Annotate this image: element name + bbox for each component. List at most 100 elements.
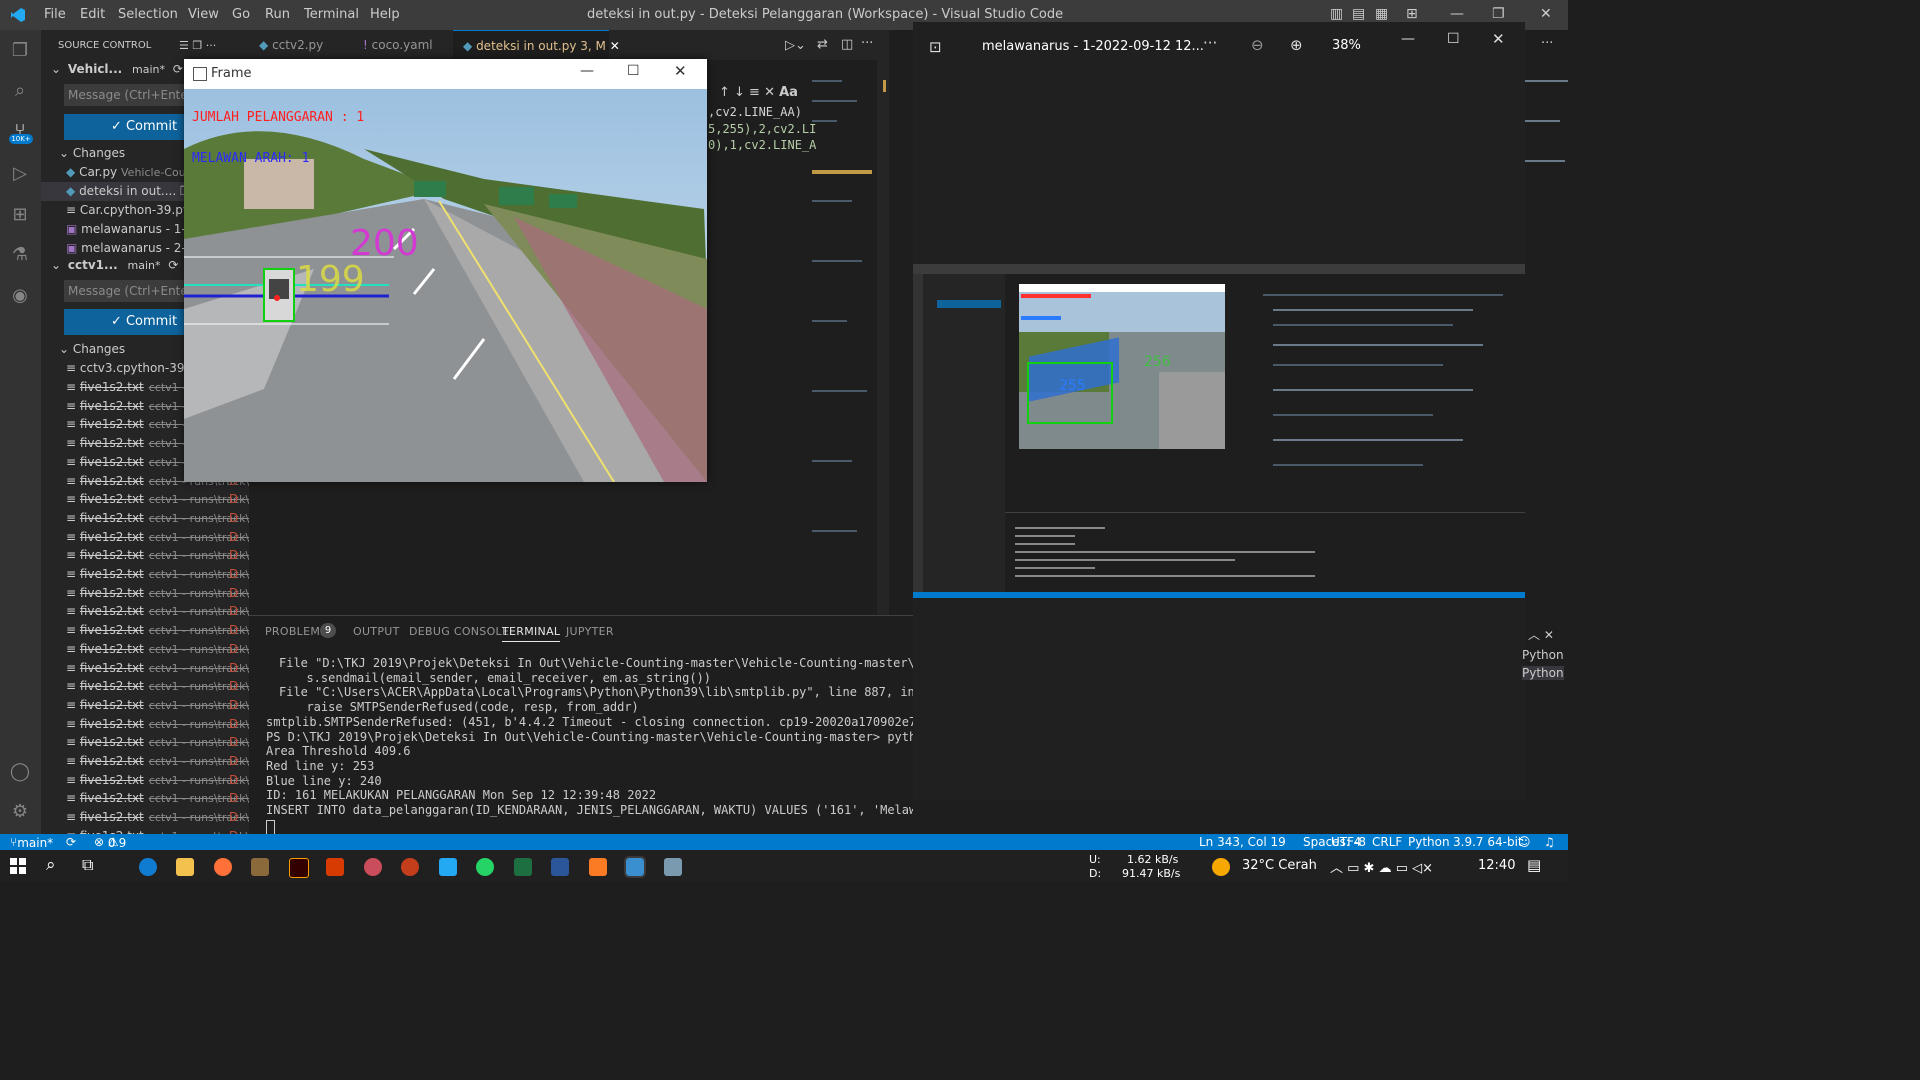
tab-output[interactable]: OUTPUT <box>353 625 400 638</box>
excel-icon[interactable] <box>514 858 532 876</box>
zoom-out-icon[interactable]: ⊖ <box>1251 36 1264 54</box>
weather-sun-icon[interactable] <box>1212 858 1230 876</box>
firefox-icon[interactable] <box>214 858 232 876</box>
powerpoint-icon[interactable] <box>401 858 419 876</box>
search-icon[interactable]: ⌕ <box>9 80 31 102</box>
testing-icon[interactable]: ⚗ <box>9 244 31 266</box>
list-item[interactable]: ≡ five1s2.txtcctv1 - runs\track\...D <box>41 602 249 621</box>
python-interpreter[interactable]: 3.9.7 64-bit <box>1453 835 1523 849</box>
menu-run[interactable]: Run <box>265 7 290 22</box>
minimap[interactable] <box>807 60 877 575</box>
frame-title-bar[interactable]: Frame — ☐ ✕ <box>184 59 707 89</box>
list-item[interactable]: ≡ five1s2.txtcctv1 - runs\track\...D <box>41 659 249 678</box>
menu-terminal[interactable]: Terminal <box>304 7 359 22</box>
close-tab-icon[interactable]: ✕ <box>610 39 620 53</box>
run-debug-icon[interactable]: ▷ <box>9 163 31 185</box>
split-editor-icon[interactable]: ◫ <box>841 37 853 52</box>
zoom-in-icon[interactable]: ⊕ <box>1290 36 1303 54</box>
frame-minimize-icon[interactable]: — <box>580 63 594 79</box>
branch-status[interactable]: ⑂ main* <box>10 835 53 850</box>
list-item[interactable]: ≡ five1s2.txtcctv1 - runs\track\...D <box>41 827 249 834</box>
list-item[interactable]: ≡ five1s2.txtcctv1 - runs\track\...D <box>41 752 249 771</box>
photo-viewer-window[interactable]: ⊡ melawanarus - 1-2022-09-12 12... ··· ⊖… <box>913 22 1525 800</box>
terminal-output[interactable]: File "D:\TKJ 2019\Projek\Deteksi In Out\… <box>249 656 913 836</box>
tab-problems[interactable]: PROBLEMS <box>265 625 327 638</box>
edge-icon[interactable] <box>139 858 157 876</box>
sync-status-icon[interactable]: ⟳ <box>66 835 76 849</box>
list-item[interactable]: ≡ five1s2.txtcctv1 - runs\track\...D <box>41 789 249 808</box>
xampp-icon[interactable] <box>589 858 607 876</box>
viewer-close-icon[interactable]: ✕ <box>1492 30 1505 48</box>
sidebar-actions[interactable]: ☰ ❐ ··· <box>179 36 239 55</box>
illustrator-icon[interactable] <box>289 858 309 878</box>
list-item[interactable]: ≡ five1s2.txtcctv1 - runs\track\...D <box>41 677 249 696</box>
search-icon[interactable]: ⌕ <box>46 855 56 875</box>
weather-text[interactable]: 32°C Cerah <box>1242 858 1317 873</box>
list-item[interactable]: ≡ five1s2.txtcctv1 - runs\track\...D <box>41 509 249 528</box>
github-icon[interactable]: ◉ <box>9 285 31 307</box>
word-icon[interactable] <box>551 858 569 876</box>
list-item[interactable]: ≡ five1s2.txtcctv1 - runs\track\...D <box>41 715 249 734</box>
list-item[interactable]: ≡ five1s2.txtcctv1 - runs\track\...D <box>41 808 249 827</box>
find-widget-controls[interactable]: ↑ ↓ ≡ ✕ Aa <box>719 85 798 100</box>
maximize-panel-icon[interactable]: ︿ ✕ <box>1528 626 1554 643</box>
more-actions-icon[interactable]: ··· <box>861 36 873 51</box>
panel-toggle-icon[interactable]: ▤ <box>1352 6 1365 22</box>
encoding[interactable]: UTF-8 <box>1331 835 1366 849</box>
frame-window[interactable]: Frame — ☐ ✕ JUMLAH PELANGGARAN: 1 MELAW… <box>184 59 707 482</box>
language-mode[interactable]: Python <box>1408 835 1450 849</box>
list-item[interactable]: ≡ five1s2.txtcctv1 - runs\track\...D <box>41 733 249 752</box>
more-options-icon[interactable]: ··· <box>1203 34 1217 52</box>
photos-icon[interactable] <box>624 856 646 878</box>
tab-jupyter[interactable]: JUPYTER <box>566 625 614 638</box>
sidebar-toggle-icon[interactable]: ▦ <box>1375 6 1388 22</box>
app-icon[interactable] <box>251 858 269 876</box>
more-actions-icon[interactable]: ··· <box>1541 36 1553 51</box>
problems-status[interactable]: ⊗ 0 ⚠ 9 <box>94 835 126 850</box>
tab-debug-console[interactable]: DEBUG CONSOLE <box>409 625 509 638</box>
run-file-icon[interactable]: ▷⌄ <box>785 38 806 53</box>
action-center-icon[interactable]: ▤ <box>1527 856 1541 874</box>
tab-cctv2[interactable]: ◆ cctv2.py <box>249 30 349 60</box>
windows-start-icon[interactable] <box>10 858 26 874</box>
menu-selection[interactable]: Selection <box>118 7 178 22</box>
account-icon[interactable]: ◯ <box>9 761 31 783</box>
minimize-icon[interactable]: — <box>1450 6 1464 22</box>
editor-scrollbar[interactable] <box>877 60 889 615</box>
settings-gear-icon[interactable]: ⚙ <box>9 801 31 823</box>
terminal-instance[interactable]: Python <box>1522 666 1564 680</box>
tab-terminal[interactable]: TERMINAL <box>502 625 561 642</box>
menu-view[interactable]: View <box>188 7 219 22</box>
frame-maximize-icon[interactable]: ☐ <box>627 63 640 79</box>
list-item[interactable]: ≡ five1s2.txtcctv1 - runs\track\...D <box>41 640 249 659</box>
office-icon[interactable] <box>326 858 344 876</box>
compare-icon[interactable]: ⇄ <box>817 37 828 52</box>
terminal-instance[interactable]: Python <box>1522 648 1564 662</box>
list-item[interactable]: ≡ five1s2.txtcctv1 - runs\track\...D <box>41 621 249 640</box>
menu-edit[interactable]: Edit <box>80 7 105 22</box>
cursor-position[interactable]: Ln 343, Col 19 <box>1199 835 1286 849</box>
list-item[interactable]: ≡ five1s2.txtcctv1 - runs\track\...D <box>41 771 249 790</box>
frame-close-icon[interactable]: ✕ <box>674 62 687 80</box>
list-item[interactable]: ≡ five1s2.txtcctv1 - runs\track\...D <box>41 546 249 565</box>
menu-help[interactable]: Help <box>370 7 400 22</box>
menu-go[interactable]: Go <box>232 7 250 22</box>
explorer-icon[interactable]: ❐ <box>9 40 31 62</box>
task-view-icon[interactable]: ⧉ <box>82 855 93 875</box>
customize-layout-icon[interactable]: ⊞ <box>1406 6 1418 22</box>
tab-coco-yaml[interactable]: ! coco.yaml <box>353 30 453 60</box>
list-item[interactable]: ≡ five1s2.txtcctv1 - runs\track\...D <box>41 696 249 715</box>
list-item[interactable]: ≡ five1s2.txtcctv1 - runs\track\...D <box>41 490 249 509</box>
viewer-minimize-icon[interactable]: — <box>1401 31 1415 47</box>
viewer-maximize-icon[interactable]: ☐ <box>1447 31 1460 47</box>
tray-icons[interactable]: ︿ ▭ ✱ ☁ ▭ ◁× <box>1330 857 1433 876</box>
restore-icon[interactable]: ❐ <box>1492 6 1505 22</box>
file-explorer-icon[interactable] <box>176 858 194 876</box>
vscode-icon[interactable] <box>439 858 457 876</box>
whatsapp-icon[interactable] <box>476 858 494 876</box>
list-item[interactable]: ≡ five1s2.txtcctv1 - runs\track\...D <box>41 565 249 584</box>
list-item[interactable]: ≡ five1s2.txtcctv1 - runs\track\...D <box>41 584 249 603</box>
app-icon[interactable] <box>364 858 382 876</box>
clock[interactable]: 12:40 <box>1478 858 1515 873</box>
python-icon[interactable] <box>664 858 682 876</box>
